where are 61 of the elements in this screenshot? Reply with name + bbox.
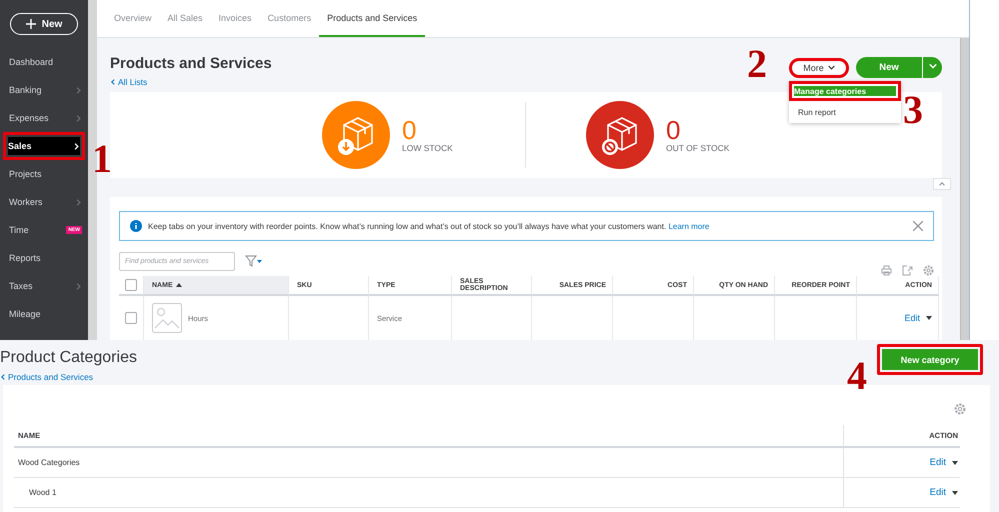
filter-icon[interactable] [245,255,263,267]
caret-down-icon [926,316,932,320]
chevron-down-icon [929,62,937,70]
caret-down-icon [952,490,958,494]
back-link[interactable]: Products and Services [0,372,94,382]
page-title: Products and Services [110,55,272,72]
sidebar-item[interactable]: Dashboard [0,48,88,76]
step-number: 2 [747,44,767,84]
sort-up-icon [176,283,182,287]
scrollbar[interactable] [960,38,969,340]
settings-icon[interactable] [954,403,966,415]
sidebar-item[interactable]: Expenses [0,104,88,132]
plus-icon [26,19,36,29]
back-link[interactable]: All Lists [110,77,148,87]
stock-label: OUT OF STOCK [666,143,730,153]
image-placeholder-icon [152,303,182,333]
edit-link[interactable]: Edit [930,457,958,468]
step-number: 1 [92,139,112,179]
sidebar-item[interactable]: Workers [0,188,88,216]
info-icon [130,220,142,232]
chevron-down-icon [828,64,835,71]
chevron-left-icon [0,374,6,380]
page-title: Product Categories [0,349,137,367]
sidebar-item[interactable]: Banking [0,76,88,104]
category-name: Wood Categories [18,458,80,467]
learn-more-link[interactable]: Learn more [668,222,710,230]
chevron-right-icon [75,282,82,290]
step-number: 4 [847,356,867,396]
box-blocked-icon [586,101,654,169]
chevron-right-icon [73,142,80,150]
chevron-left-icon [110,79,116,85]
chevron-up-icon [939,181,945,187]
sidebar-item[interactable]: Taxes [0,272,88,300]
sidebar-item[interactable]: Sales [3,132,85,160]
banner-text: Keep tabs on your inventory with reorder points. Know what’s running low and what’s out of stock so you’ll always have what your customers want. Learn more [148,222,710,230]
more-button[interactable]: More [789,58,849,78]
sidebar-item[interactable]: Reports [0,244,88,272]
chevron-right-icon [75,198,82,206]
chevron-right-icon [75,114,82,122]
step-number: 3 [903,90,923,130]
menu-item[interactable]: Run report [789,101,901,123]
close-icon[interactable] [913,221,923,231]
print-icon[interactable] [881,265,892,276]
stock-count: 0 [402,117,418,143]
sidebar-item[interactable]: Projects [0,160,88,188]
export-icon[interactable] [902,265,913,276]
row-checkbox[interactable] [125,312,137,324]
edit-link[interactable]: Edit [904,313,932,323]
select-all-checkbox[interactable] [125,279,137,291]
sidebar-item[interactable]: Mileage [0,300,88,328]
stock-count: 0 [666,117,682,143]
new-button[interactable]: New [10,13,78,35]
dropdown-button[interactable] [922,57,942,78]
edit-link[interactable]: Edit [930,487,958,498]
caret-down-icon [952,460,958,464]
stock-label: LOW STOCK [402,143,453,153]
collapse-button[interactable] [933,178,951,190]
chevron-right-icon [75,86,82,94]
settings-icon[interactable] [923,265,934,276]
scrollbar[interactable] [88,0,97,340]
category-name: Wood 1 [29,488,56,497]
